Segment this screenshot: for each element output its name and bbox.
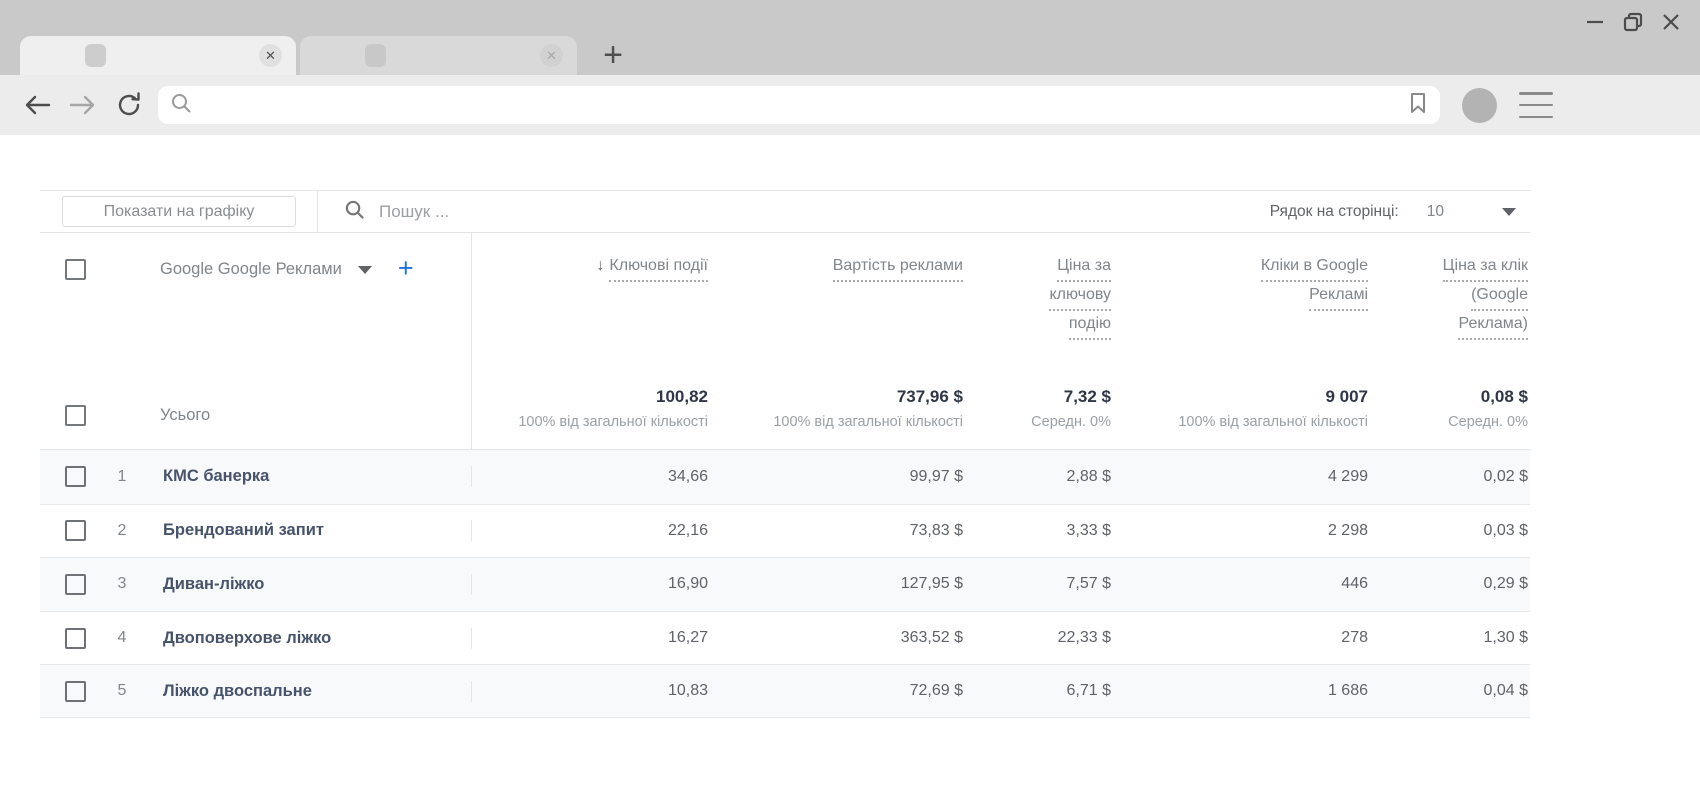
select-all-checkbox[interactable] xyxy=(65,259,86,280)
row-checkbox[interactable] xyxy=(65,466,86,487)
add-column-button[interactable]: + xyxy=(398,258,414,278)
browser-tab-active[interactable]: ✕ xyxy=(20,36,296,75)
profile-avatar[interactable] xyxy=(1462,88,1497,123)
table-header-row: Google Google Реклами + ↓Ключові події В… xyxy=(40,233,1530,355)
totals-cell: 0,08 $ Середн. 0% xyxy=(1370,355,1530,449)
row-label[interactable]: Двоповерхове ліжко xyxy=(163,629,331,648)
totals-checkbox[interactable] xyxy=(65,405,86,426)
sort-descending-icon: ↓ xyxy=(596,257,604,274)
chevron-down-icon[interactable] xyxy=(358,266,372,274)
table-row[interactable]: 2 Брендований запит 22,16 73,83 $ 3,33 $… xyxy=(40,504,1530,558)
table-toolbar-left: Показати на графіку xyxy=(40,191,318,232)
reload-icon[interactable] xyxy=(112,88,146,122)
table-body: 1 КМС банерка 34,66 99,97 $ 2,88 $ 4 299… xyxy=(40,450,1530,718)
dimension-header-cell: Google Google Реклами + xyxy=(40,233,472,355)
totals-label: Усього xyxy=(160,406,210,425)
dimension-header-label[interactable]: Google Google Реклами xyxy=(160,260,342,279)
row-label[interactable]: Брендований запит xyxy=(163,521,324,540)
totals-label-cell: Усього xyxy=(40,355,472,449)
table-row[interactable]: 3 Диван-ліжко 16,90 127,95 $ 7,57 $ 446 … xyxy=(40,557,1530,611)
column-header-google-ads-clicks[interactable]: Кліки в Google Рекламі xyxy=(1113,233,1370,355)
favicon-placeholder xyxy=(85,44,106,67)
address-input[interactable] xyxy=(202,96,1398,114)
rows-per-page: Рядок на сторінці: 10 xyxy=(1270,203,1516,221)
table-row[interactable]: 5 Ліжко двоспальне 10,83 72,69 $ 6,71 $ … xyxy=(40,664,1530,718)
row-checkbox[interactable] xyxy=(65,574,86,595)
row-label[interactable]: Диван-ліжко xyxy=(163,575,264,594)
titlebar: ✕ ✕ + xyxy=(0,0,1700,75)
totals-cell: 9 007 100% від загальної кількості xyxy=(1113,355,1370,449)
bookmark-icon[interactable] xyxy=(1408,91,1428,120)
totals-cell: 737,96 $ 100% від загальної кількості xyxy=(710,355,965,449)
rows-per-page-label: Рядок на сторінці: xyxy=(1270,203,1399,221)
row-label[interactable]: КМС банерка xyxy=(163,467,269,486)
browser-navbar xyxy=(0,75,1700,135)
table-row[interactable]: 1 КМС банерка 34,66 99,97 $ 2,88 $ 4 299… xyxy=(40,450,1530,504)
column-header-ad-cost[interactable]: Вартість реклами xyxy=(710,233,965,355)
report-table: Показати на графіку Рядок на сторінці: 1… xyxy=(40,190,1530,718)
column-header-cost-per-key-event[interactable]: Ціна за ключову подію xyxy=(965,233,1113,355)
column-header-key-events[interactable]: ↓Ключові події xyxy=(472,233,710,355)
table-search-input[interactable] xyxy=(379,202,779,222)
table-search[interactable] xyxy=(344,199,1270,225)
new-tab-button[interactable]: + xyxy=(598,42,628,72)
forward-icon[interactable] xyxy=(66,88,100,122)
totals-row: Усього 100,82 100% від загальної кількос… xyxy=(40,355,1530,450)
column-header-cost-per-click[interactable]: Ціна за клік (Google Реклама) xyxy=(1370,233,1530,355)
close-tab-icon[interactable]: ✕ xyxy=(259,44,282,67)
show-on-chart-button[interactable]: Показати на графіку xyxy=(62,196,296,227)
chevron-down-icon[interactable] xyxy=(1502,208,1516,216)
minimize-button[interactable] xyxy=(1584,11,1606,33)
menu-icon[interactable] xyxy=(1519,92,1553,118)
close-window-button[interactable] xyxy=(1660,11,1682,33)
row-checkbox[interactable] xyxy=(65,520,86,541)
page-content: Показати на графіку Рядок на сторінці: 1… xyxy=(0,135,1700,786)
row-checkbox[interactable] xyxy=(65,681,86,702)
back-icon[interactable] xyxy=(20,88,54,122)
search-icon xyxy=(170,92,192,119)
totals-cell: 100,82 100% від загальної кількості xyxy=(472,355,710,449)
table-row[interactable]: 4 Двоповерхове ліжко 16,27 363,52 $ 22,3… xyxy=(40,611,1530,665)
browser-tab-inactive[interactable]: ✕ xyxy=(300,36,577,75)
row-label[interactable]: Ліжко двоспальне xyxy=(163,682,312,701)
favicon-placeholder xyxy=(365,44,386,67)
close-tab-icon[interactable]: ✕ xyxy=(540,44,563,67)
rows-per-page-value[interactable]: 10 xyxy=(1427,203,1444,221)
restore-button[interactable] xyxy=(1622,11,1644,33)
url-bar[interactable] xyxy=(158,86,1440,124)
row-checkbox[interactable] xyxy=(65,628,86,649)
table-toolbar: Показати на графіку Рядок на сторінці: 1… xyxy=(40,190,1530,233)
totals-cell: 7,32 $ Середн. 0% xyxy=(965,355,1113,449)
window-controls xyxy=(1584,10,1682,34)
search-icon xyxy=(344,199,365,225)
browser-window: ✕ ✕ + xyxy=(0,0,1700,786)
